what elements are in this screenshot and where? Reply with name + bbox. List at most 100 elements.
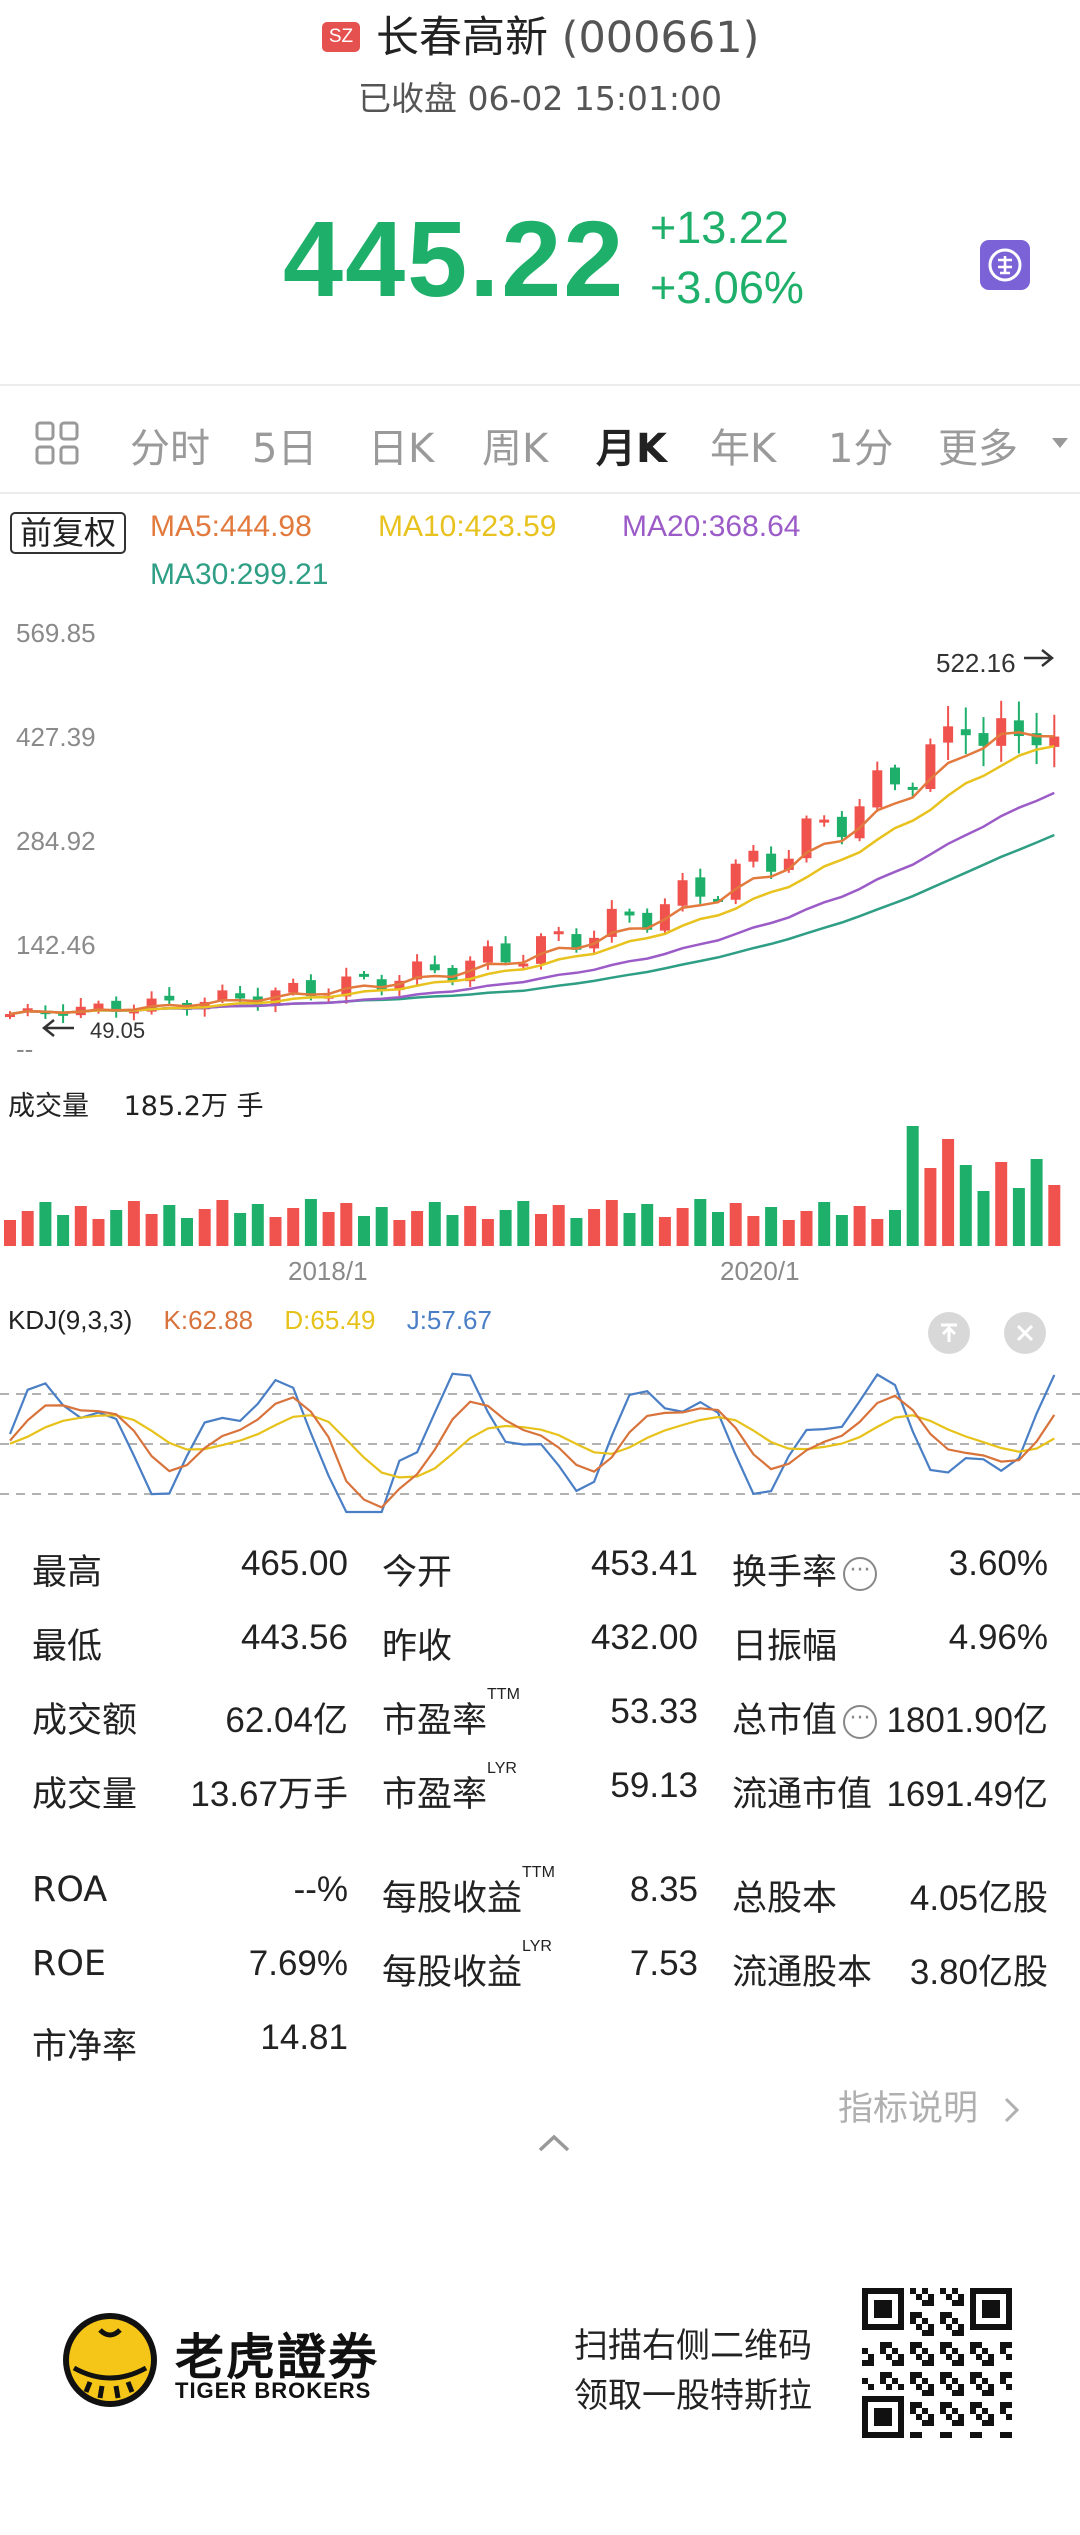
- period-tabs: 分时 5日 日K 周K 月K 年K 1分 更多: [0, 398, 1080, 490]
- volume-bar: [234, 1213, 247, 1246]
- qr-module: [898, 2384, 904, 2390]
- tab-weekly-k[interactable]: 周K: [482, 416, 548, 474]
- info-icon[interactable]: ···: [843, 1705, 878, 1739]
- qr-module: [970, 2378, 976, 2384]
- volume-bar: [694, 1199, 707, 1246]
- stat-value: 443.56: [240, 1618, 348, 1657]
- volume-title: 成交量 185.2万 手: [8, 1084, 263, 1123]
- tab-more[interactable]: 更多: [938, 416, 1018, 474]
- qr-module: [916, 2342, 922, 2348]
- qr-module: [886, 2384, 892, 2390]
- stock-name: 长春高新: [376, 13, 548, 63]
- tab-monthly-k[interactable]: 月K: [596, 416, 667, 474]
- stat-value: --%: [293, 1870, 348, 1909]
- info-icon[interactable]: ···: [843, 1557, 878, 1591]
- qr-module: [898, 2360, 904, 2366]
- qr-module: [1006, 2342, 1012, 2348]
- volume-value: 185.2万 手: [123, 1091, 264, 1122]
- tab-yearly-k[interactable]: 年K: [710, 416, 776, 474]
- qr-module: [928, 2414, 934, 2420]
- qr-module: [886, 2372, 892, 2378]
- qr-module: [970, 2408, 976, 2414]
- qr-module: [988, 2354, 994, 2360]
- qr-module: [958, 2390, 964, 2396]
- qr-module: [868, 2360, 874, 2366]
- price-change-percent: +3.06%: [650, 262, 804, 313]
- qr-module: [976, 2342, 982, 2348]
- qr-module: [1006, 2402, 1012, 2408]
- qr-module: [892, 2348, 898, 2354]
- volume-bar: [1012, 1188, 1025, 1246]
- volume-bar: [464, 1206, 477, 1246]
- qr-module: [910, 2318, 916, 2324]
- qr-module: [928, 2354, 934, 2360]
- volume-bar: [835, 1215, 848, 1246]
- chevron-up-icon[interactable]: [536, 2132, 572, 2154]
- qr-module: [874, 2300, 892, 2318]
- stat-value: 8.35: [629, 1870, 698, 1909]
- stat-label: 总市值 ···: [732, 1692, 878, 1743]
- volume-bar: [552, 1205, 565, 1246]
- stat-value: 1801.90亿: [886, 1701, 1048, 1740]
- kdj-j-value: J:57.67: [406, 1305, 492, 1335]
- adjust-mode-button[interactable]: 前复权: [10, 512, 127, 554]
- qr-module: [1000, 2342, 1006, 2348]
- volume-bar: [446, 1215, 459, 1246]
- tab-daily-k[interactable]: 日K: [368, 416, 434, 474]
- qr-module: [928, 2390, 934, 2396]
- stat-label: ROE: [32, 1944, 106, 1984]
- qr-module: [952, 2318, 958, 2324]
- volume-bar: [92, 1219, 105, 1246]
- stat-value: 453.41: [590, 1544, 698, 1583]
- volume-bar: [658, 1217, 671, 1246]
- buy-badge-icon[interactable]: [980, 240, 1030, 290]
- candle-body: [854, 806, 865, 839]
- stat-label: 每股收益TTM: [382, 1864, 555, 1919]
- volume-bar: [163, 1205, 176, 1246]
- qr-module: [970, 2432, 976, 2438]
- stat-label: 今开: [382, 1553, 453, 1593]
- qr-module: [910, 2432, 916, 2438]
- dropdown-arrow-icon[interactable]: [1050, 436, 1070, 450]
- qr-module: [982, 2360, 988, 2366]
- qr-module: [952, 2288, 958, 2294]
- volume-bar: [535, 1214, 547, 1246]
- tab-5day[interactable]: 5日: [252, 416, 317, 474]
- candle-body: [1049, 736, 1060, 747]
- volume-bar: [322, 1212, 335, 1246]
- tab-intraday[interactable]: 分时: [130, 416, 210, 474]
- candle-body: [553, 931, 564, 935]
- qr-module: [946, 2294, 952, 2300]
- tab-1min[interactable]: 1分: [828, 416, 893, 474]
- stat-value: 59.13: [610, 1766, 698, 1805]
- qr-module: [928, 2324, 934, 2330]
- stat-label-sup: TTM: [487, 1686, 520, 1703]
- date-axis-label: 2020/1: [720, 1256, 800, 1286]
- volume-bar: [287, 1208, 300, 1246]
- qr-module: [988, 2360, 994, 2366]
- candle-body: [730, 863, 741, 900]
- volume-bar: [216, 1200, 229, 1246]
- qr-module: [940, 2408, 946, 2414]
- qr-module: [940, 2372, 946, 2378]
- qr-module: [892, 2360, 898, 2366]
- high-marker-label: 522.16: [936, 648, 1016, 678]
- arrow-left-icon: [41, 1019, 74, 1037]
- qr-module: [1000, 2408, 1006, 2414]
- grid-menu-icon[interactable]: [34, 420, 80, 466]
- qr-module: [940, 2378, 946, 2384]
- qr-module: [868, 2354, 874, 2360]
- stat-label-sup: TTM: [522, 1864, 555, 1881]
- qr-module: [1000, 2372, 1006, 2378]
- candlestick-chart[interactable]: [0, 600, 1080, 1040]
- stat-value: 7.53: [629, 1944, 698, 1983]
- tabs-divider: [0, 492, 1080, 494]
- qr-module: [898, 2354, 904, 2360]
- indicator-help-link[interactable]: 指标说明: [838, 2080, 1023, 2131]
- header-divider: [0, 384, 1080, 386]
- volume-bar: [800, 1211, 813, 1246]
- qr-module: [952, 2420, 958, 2426]
- volume-bar: [340, 1203, 353, 1246]
- volume-bar: [39, 1202, 52, 1246]
- qr-module: [910, 2402, 916, 2408]
